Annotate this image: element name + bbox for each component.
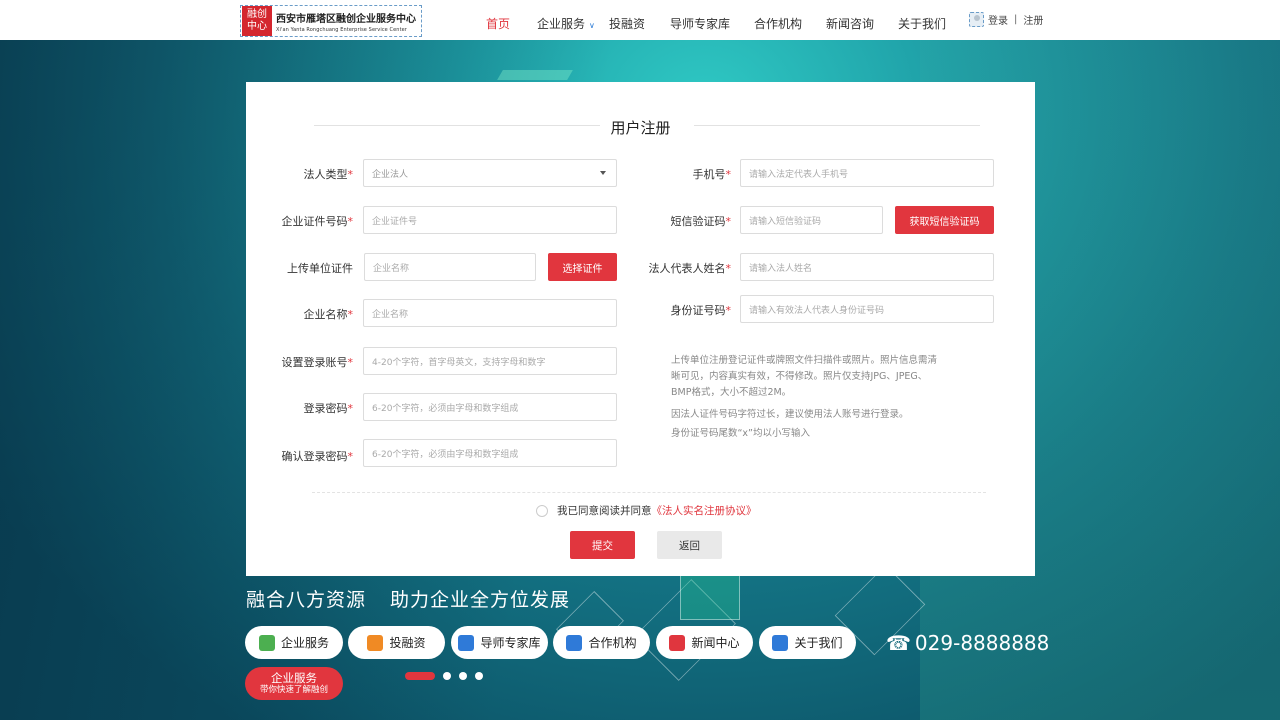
nav-about[interactable]: 关于我们 (898, 15, 946, 32)
carousel-dot[interactable] (475, 672, 483, 680)
site-logo[interactable]: 融创 中心 西安市雁塔区融创企业服务中心 Xi'an Yanta Rongchu… (240, 5, 422, 37)
nav-news[interactable]: 新闻咨询 (826, 15, 874, 32)
get-sms-code-button[interactable]: 获取短信验证码 (895, 206, 994, 234)
carousel-indicators (405, 672, 483, 680)
login-link[interactable]: 登录 (988, 12, 1008, 27)
pill-about-us[interactable]: 关于我们 (759, 626, 856, 659)
phone-input[interactable]: 请输入法定代表人手机号 (740, 159, 994, 187)
nav-investment[interactable]: 投融资 (609, 15, 645, 32)
nav-home[interactable]: 首页 (486, 15, 510, 32)
logo-title: 西安市雁塔区融创企业服务中心 (276, 13, 416, 25)
agreement-row: 我已同意阅读并同意 《法人实名注册协议》 (536, 503, 757, 518)
hint-line: BMP格式，大小不超过2M。 (671, 387, 792, 398)
slogan-right: 助力企业全方位发展 (390, 589, 571, 611)
agreement-radio[interactable] (536, 504, 548, 517)
login-separator: | (1014, 14, 1018, 25)
pill-label: 投融资 (389, 636, 426, 650)
slogan: 融合八方资源 助力企业全方位发展 (246, 585, 570, 612)
form-divider (312, 492, 986, 493)
logo-seal: 融创 中心 (242, 6, 272, 36)
id-number-input[interactable]: 请输入有效法人代表人身份证号码 (740, 295, 994, 323)
hotline-number: 029-8888888 (914, 631, 1050, 655)
pill-label: 新闻中心 (691, 636, 740, 650)
rep-name-input[interactable]: 请输入法人姓名 (740, 253, 994, 281)
news-icon (669, 634, 686, 651)
pill-label: 合作机构 (588, 636, 637, 650)
phone-label: 手机号* (692, 168, 732, 181)
carousel-dot[interactable] (443, 672, 451, 680)
pill-news-center[interactable]: 新闻中心 (656, 626, 753, 659)
pill-investment[interactable]: 投融资 (348, 626, 445, 659)
nav-partners[interactable]: 合作机构 (754, 15, 802, 32)
account-label: 设置登录账号* (281, 356, 354, 369)
hotline: ☎ 029-8888888 (886, 631, 1049, 655)
password-input[interactable]: 6-20个字符，必须由字母和数字组成 (363, 393, 617, 421)
logo-seal-line-2: 中心 (247, 21, 267, 32)
pill-label: 关于我们 (794, 636, 843, 650)
chevron-down-icon: ∨ (589, 21, 595, 30)
background-glow (497, 70, 573, 80)
cta-subtitle: 带你快速了解融创 (259, 685, 328, 695)
phone-icon: ☎ (886, 631, 911, 655)
id-hint: 身份证号码尾数“x”均以小写输入 (671, 428, 810, 439)
id-number-label: 身份证号码* (670, 304, 732, 317)
logo-seal-line-1: 融创 (247, 9, 267, 20)
hint-line: 晰可见，内容真实有效，不得修改。照片仅支持JPG、JPEG、 (671, 371, 928, 382)
mentor-icon (458, 634, 475, 651)
confirm-password-input[interactable]: 6-20个字符，必须由字母和数字组成 (363, 439, 617, 467)
account-input[interactable]: 4-20个字符，首字母英文，支持字母和数字 (363, 347, 617, 375)
pill-label: 导师专家库 (480, 636, 541, 650)
legal-type-value: 企业法人 (372, 169, 409, 180)
agreement-text: 我已同意阅读并同意 (557, 505, 652, 517)
pill-mentor-library[interactable]: 导师专家库 (451, 626, 548, 659)
sms-code-label: 短信验证码* (670, 215, 732, 228)
carousel-dot-active[interactable] (405, 672, 435, 680)
carousel-dot[interactable] (459, 672, 467, 680)
upload-cert-label: 上传单位证件 (287, 262, 353, 275)
nav-enterprise-service-label: 企业服务 (537, 17, 586, 31)
legal-type-select[interactable]: 企业法人 (363, 159, 617, 187)
confirm-password-label: 确认登录密码* (281, 450, 354, 463)
choose-cert-button[interactable]: 选择证件 (548, 253, 617, 281)
pill-label: 企业服务 (280, 636, 329, 650)
user-avatar-icon (969, 12, 984, 27)
hint-line: 上传单位注册登记证件或牌照文件扫描件或照片。照片信息需清 (671, 355, 938, 366)
password-label: 登录密码* (303, 402, 354, 415)
logo-subtitle: Xi'an Yanta Rongchuang Enterprise Servic… (276, 26, 407, 33)
agreement-link[interactable]: 《法人实名注册协议》 (652, 503, 757, 518)
company-name-input[interactable]: 企业名称 (363, 299, 617, 327)
form-title: 用户注册 (610, 119, 671, 137)
pill-enterprise-service[interactable]: 企业服务 (245, 626, 343, 659)
top-nav-bar: 融创 中心 西安市雁塔区融创企业服务中心 Xi'an Yanta Rongchu… (0, 0, 1280, 40)
cert-number-label: 企业证件号码* (281, 215, 354, 228)
company-name-label: 企业名称* (303, 308, 354, 321)
nav-mentor-library[interactable]: 导师专家库 (670, 15, 730, 32)
slogan-left: 融合八方资源 (246, 589, 367, 611)
team-icon (772, 634, 789, 651)
logo-text: 西安市雁塔区融创企业服务中心 Xi'an Yanta Rongchuang En… (276, 10, 416, 33)
upload-cert-input[interactable]: 企业名称 (364, 253, 536, 281)
legal-type-label: 法人类型* (303, 168, 354, 181)
cert-number-input[interactable]: 企业证件号 (363, 206, 617, 234)
login-area: 登录 | 注册 (969, 12, 1043, 27)
registration-card: 用户注册 法人类型* 企业法人 企业证件号码* 企业证件号 上传单位证件 企业名… (246, 82, 1035, 576)
back-button[interactable]: 返回 (657, 531, 722, 559)
rep-name-label: 法人代表人姓名* (648, 262, 732, 275)
grid-icon (258, 634, 275, 651)
handshake-icon (566, 634, 583, 651)
nav-enterprise-service[interactable]: 企业服务 ∨ (537, 15, 595, 32)
submit-button[interactable]: 提交 (570, 531, 635, 559)
register-link[interactable]: 注册 (1023, 12, 1043, 27)
cta-title: 企业服务 (271, 671, 317, 685)
enterprise-service-cta[interactable]: 企业服务 带你快速了解融创 (245, 667, 343, 700)
pill-partners[interactable]: 合作机构 (553, 626, 650, 659)
login-hint: 因法人证件号码字符过长，建议使用法人账号进行登录。 (671, 409, 909, 420)
title-divider-right (694, 125, 980, 126)
caret-down-icon (600, 171, 606, 175)
sms-code-input[interactable]: 请输入短信验证码 (740, 206, 883, 234)
upload-hint: 上传单位注册登记证件或牌照文件扫描件或照片。照片信息需清 晰可见，内容真实有效，… (671, 353, 961, 401)
money-icon (367, 634, 384, 651)
